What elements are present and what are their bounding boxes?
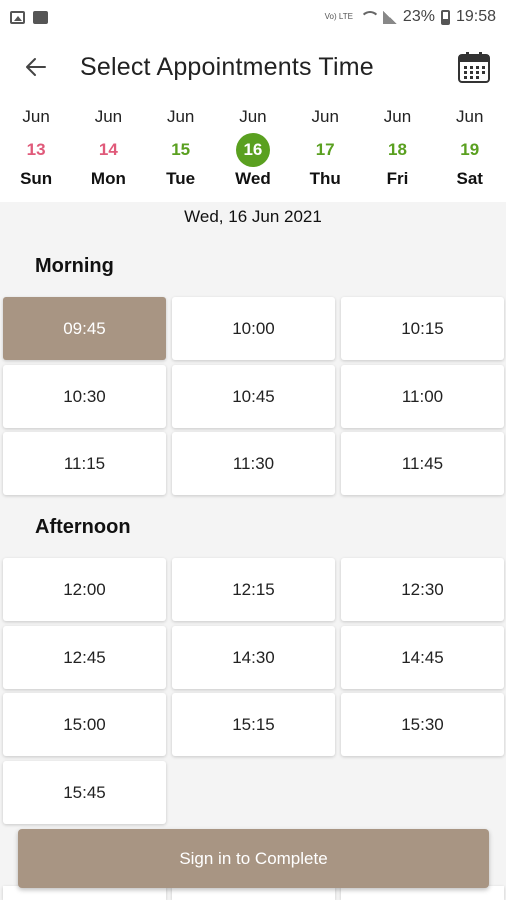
day-month: Jun xyxy=(94,107,123,126)
time-slot[interactable]: 10:30 xyxy=(3,365,166,428)
day-number: 19 xyxy=(460,140,480,159)
day-thu[interactable]: Jun 17 Thu xyxy=(289,100,361,202)
time-slot[interactable]: 14:45 xyxy=(341,626,504,689)
day-number: 18 xyxy=(387,140,407,159)
day-fri[interactable]: Jun 18 Fri xyxy=(361,100,433,202)
day-tue[interactable]: Jun 15 Tue xyxy=(145,100,217,202)
time-slot[interactable]: 11:00 xyxy=(341,365,504,428)
selected-date-label: Wed, 16 Jun 2021 xyxy=(184,207,322,226)
section-title-morning: Morning xyxy=(35,255,114,277)
day-sat[interactable]: Jun 19 Sat xyxy=(434,100,506,202)
calendar-icon xyxy=(458,52,490,83)
arrow-left-icon xyxy=(26,58,46,76)
time-slot-partial[interactable] xyxy=(341,886,504,900)
day-number: 17 xyxy=(315,140,335,159)
time-slot-partial[interactable] xyxy=(3,886,166,900)
day-month: Jun xyxy=(22,107,50,126)
volte-indicator: Vo) LTE xyxy=(324,12,353,21)
time-slot-partial[interactable] xyxy=(172,886,335,900)
wifi-icon xyxy=(359,10,380,24)
day-month: Jun xyxy=(383,107,412,126)
section-title-afternoon: Afternoon xyxy=(35,516,131,538)
day-number-selected: 16 xyxy=(235,133,270,167)
time-slot[interactable]: 10:00 xyxy=(172,297,335,360)
time-slot[interactable]: 15:30 xyxy=(341,693,504,756)
day-month: Jun xyxy=(456,107,484,126)
time-slot[interactable]: 12:00 xyxy=(3,558,166,621)
day-month: Jun xyxy=(239,107,267,126)
day-number: 14 xyxy=(98,140,118,159)
day-weekday: Sat xyxy=(456,169,483,188)
time-slot[interactable]: 12:45 xyxy=(3,626,166,689)
app-header: Select Appointments Time xyxy=(0,34,506,100)
day-month: Jun xyxy=(166,107,195,126)
calendar-button[interactable] xyxy=(456,49,492,85)
signal-icon xyxy=(382,10,397,24)
day-number: 15 xyxy=(171,140,191,159)
time-slot[interactable]: 14:30 xyxy=(172,626,335,689)
time-slot[interactable]: 10:45 xyxy=(172,365,335,428)
day-weekday: Wed xyxy=(235,169,271,188)
sign-in-to-complete-button[interactable]: Sign in to Complete xyxy=(18,829,489,888)
time-slot[interactable]: 12:30 xyxy=(341,558,504,621)
clock: 19:58 xyxy=(455,8,496,25)
gallery-notification-icon xyxy=(10,10,25,24)
day-weekday: Fri xyxy=(386,169,409,188)
time-slot[interactable]: 15:45 xyxy=(3,761,166,824)
day-mon[interactable]: Jun 14 Mon xyxy=(72,100,144,202)
day-number: 13 xyxy=(26,140,46,159)
battery-percent: 23% xyxy=(402,8,435,25)
day-sun[interactable]: Jun 13 Sun xyxy=(0,100,72,202)
day-weekday: Sun xyxy=(20,169,53,188)
time-slot[interactable]: 10:15 xyxy=(341,297,504,360)
battery-icon xyxy=(440,9,450,25)
day-month: Jun xyxy=(311,107,339,126)
day-weekday: Mon xyxy=(90,169,126,188)
page-title: Select Appointments Time xyxy=(80,52,374,81)
day-wed[interactable]: Jun 16 Wed xyxy=(217,100,289,202)
day-weekday: Tue xyxy=(166,169,196,188)
time-slot[interactable]: 15:15 xyxy=(172,693,335,756)
activity-notification-icon xyxy=(33,10,48,24)
day-weekday: Thu xyxy=(309,169,341,188)
time-slot-selected[interactable]: 09:45 xyxy=(3,297,166,360)
status-bar: Vo) LTE 23% 19:58 xyxy=(0,0,506,34)
time-slot[interactable]: 11:15 xyxy=(3,432,166,495)
back-button[interactable] xyxy=(16,47,56,87)
time-slot[interactable]: 11:30 xyxy=(172,432,335,495)
time-slot[interactable]: 11:45 xyxy=(341,432,504,495)
time-slot[interactable]: 15:00 xyxy=(3,693,166,756)
time-slot[interactable]: 12:15 xyxy=(172,558,335,621)
week-strip: Jun 13 Sun Jun 14 Mon Jun 15 Tue Jun 16 … xyxy=(0,100,506,202)
